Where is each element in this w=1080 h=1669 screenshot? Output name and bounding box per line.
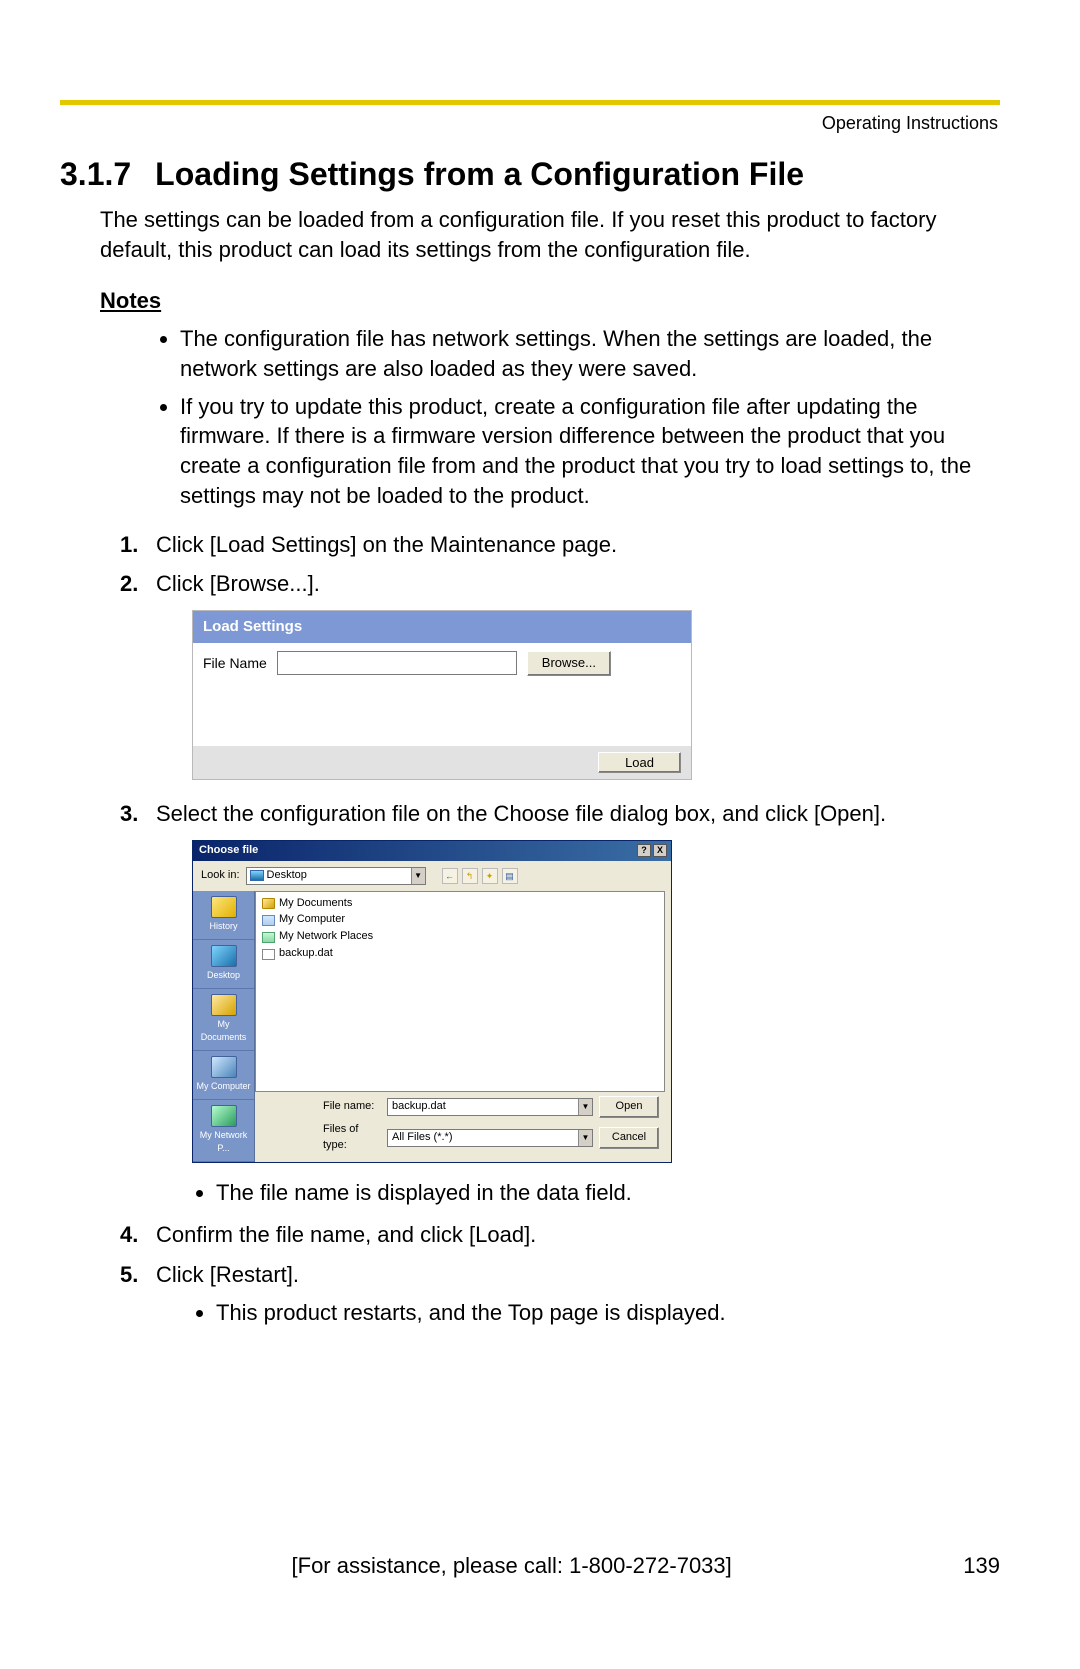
dlg-filetype-value: All Files (*.*) [392, 1130, 453, 1146]
note-item: If you try to update this product, creat… [180, 392, 1000, 511]
dlg-filetype-select[interactable]: All Files (*.*) ▼ [387, 1129, 593, 1147]
dlg-filename-input[interactable]: backup.dat ▼ [387, 1098, 593, 1116]
dialog-help-icon[interactable]: ? [637, 844, 651, 857]
step-5: Click [Restart]. This product restarts, … [120, 1259, 1000, 1329]
section-heading: 3.1.7 Loading Settings from a Configurati… [60, 156, 1000, 193]
new-folder-icon[interactable] [482, 868, 498, 884]
cancel-button[interactable]: Cancel [599, 1127, 659, 1149]
list-item-label: backup.dat [279, 946, 333, 962]
header-label: Operating Instructions [60, 113, 1000, 134]
choose-dialog-title: Choose file [199, 843, 258, 859]
header-rule [60, 100, 1000, 105]
dlg-filename-label: File name: [323, 1099, 381, 1115]
places-bar: History Desktop My Documents My Computer… [193, 891, 255, 1162]
step-3-text: Select the configuration file on the Cho… [156, 801, 886, 826]
dlg-filename-value: backup.dat [392, 1099, 446, 1115]
step-5-text: Click [Restart]. [156, 1262, 299, 1287]
list-item-label: My Computer [279, 912, 345, 928]
step-3-sub: The file name is displayed in the data f… [216, 1177, 1000, 1209]
load-settings-panel: Load Settings File Name Browse... Load [192, 610, 692, 779]
place-mydocuments-label: My Documents [201, 1019, 247, 1042]
filename-label: File Name [203, 653, 267, 673]
chevron-down-icon[interactable]: ▼ [578, 1130, 592, 1146]
list-item[interactable]: backup.dat [262, 946, 658, 962]
folder-icon [262, 898, 275, 909]
dlg-filetype-label: Files of type: [323, 1122, 381, 1154]
step-3: Select the configuration file on the Cho… [120, 798, 1000, 1209]
step-5-sub: This product restarts, and the Top page … [216, 1297, 1000, 1329]
place-mydocuments[interactable]: My Documents [193, 989, 254, 1051]
step-2-text: Click [Browse...]. [156, 571, 320, 596]
steps-list: Click [Load Settings] on the Maintenance… [120, 529, 1000, 1329]
place-mycomputer-label: My Computer [196, 1081, 250, 1091]
load-settings-title: Load Settings [193, 611, 691, 643]
list-item[interactable]: My Documents [262, 896, 658, 912]
place-history[interactable]: History [193, 891, 254, 940]
page-number: 139 [963, 1553, 1000, 1579]
file-list[interactable]: My Documents My Computer My Network Plac… [255, 891, 665, 1093]
lookin-combo[interactable]: Desktop ▼ [246, 867, 426, 885]
lookin-label: Look in: [201, 868, 240, 884]
computer-icon [262, 915, 275, 926]
list-item[interactable]: My Network Places [262, 929, 658, 945]
desktop-icon [250, 870, 264, 881]
section-intro: The settings can be loaded from a config… [100, 205, 1000, 264]
notes-heading: Notes [100, 288, 1000, 314]
view-menu-icon[interactable] [502, 868, 518, 884]
chevron-down-icon[interactable]: ▼ [411, 868, 425, 884]
open-button[interactable]: Open [599, 1096, 659, 1118]
place-mynetwork-label: My Network P... [200, 1130, 248, 1153]
step-2: Click [Browse...]. Load Settings File Na… [120, 568, 1000, 779]
back-icon[interactable] [442, 868, 458, 884]
notes-list: The configuration file has network setti… [180, 324, 1000, 510]
place-mynetwork[interactable]: My Network P... [193, 1100, 254, 1162]
place-history-label: History [209, 921, 237, 931]
place-mycomputer[interactable]: My Computer [193, 1051, 254, 1100]
choose-file-dialog: Choose file ? X Look in: Desktop [192, 840, 672, 1163]
section-number: 3.1.7 [60, 156, 131, 193]
network-icon [262, 932, 275, 943]
place-desktop-label: Desktop [207, 970, 240, 980]
up-one-level-icon[interactable] [462, 868, 478, 884]
chevron-down-icon[interactable]: ▼ [578, 1099, 592, 1115]
close-icon[interactable]: X [653, 844, 667, 857]
list-item-label: My Documents [279, 896, 352, 912]
step-4: Confirm the file name, and click [Load]. [120, 1219, 1000, 1251]
list-item-label: My Network Places [279, 929, 373, 945]
lookin-value: Desktop [267, 868, 307, 884]
file-icon [262, 949, 275, 960]
step-1: Click [Load Settings] on the Maintenance… [120, 529, 1000, 561]
browse-button[interactable]: Browse... [527, 651, 611, 676]
note-item: The configuration file has network setti… [180, 324, 1000, 383]
load-button[interactable]: Load [598, 752, 681, 773]
filename-input[interactable] [277, 651, 517, 675]
section-title: Loading Settings from a Configuration Fi… [155, 156, 804, 192]
list-item[interactable]: My Computer [262, 912, 658, 928]
place-desktop[interactable]: Desktop [193, 940, 254, 989]
footer-assist: [For assistance, please call: 1-800-272-… [60, 1553, 963, 1579]
